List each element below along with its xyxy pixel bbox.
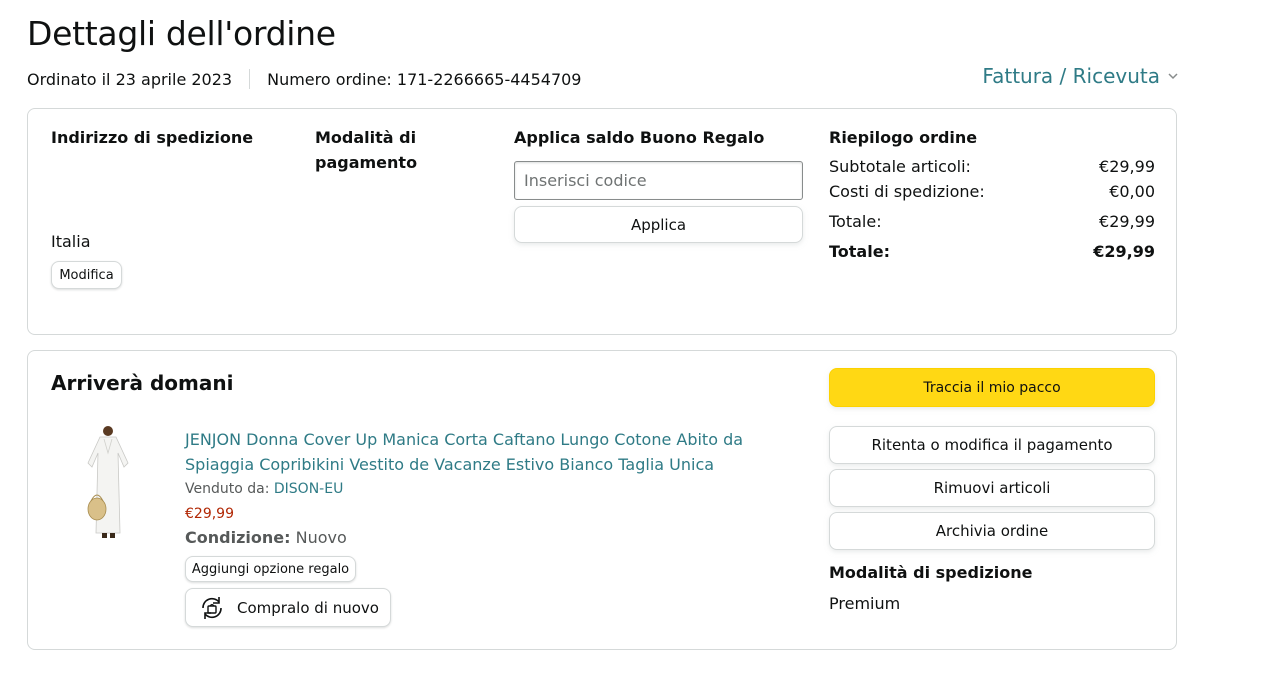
delivery-status: Arriverà domani [51, 371, 234, 395]
shipping-method-heading: Modalità di spedizione [829, 563, 1033, 582]
summary-heading: Riepilogo ordine [829, 128, 978, 147]
summary-label: Subtotale articoli: [829, 157, 971, 176]
order-date: Ordinato il 23 aprile 2023 [27, 69, 233, 89]
meta-divider [249, 69, 251, 89]
invoice-label: Fattura / Ricevuta [982, 64, 1160, 88]
summary-value: €29,99 [1093, 242, 1155, 261]
payment-heading-line1: Modalità di [315, 128, 417, 147]
gift-code-input[interactable] [514, 161, 803, 200]
shipping-method-value: Premium [829, 594, 901, 613]
summary-row-shipping: Costi di spedizione: €0,00 [829, 182, 1155, 201]
shipment-box: Arriverà domani JENJON Donna Cover Up Ma… [27, 350, 1177, 650]
order-meta: Ordinato il 23 aprile 2023 Numero ordine… [27, 69, 581, 89]
gift-card-heading: Applica saldo Buono Regalo [514, 128, 765, 147]
gift-option-button[interactable]: Aggiungi opzione regalo [185, 556, 356, 582]
summary-value: €0,00 [1109, 182, 1155, 201]
product-price: €29,99 [185, 506, 234, 522]
summary-value: €29,99 [1099, 212, 1155, 231]
remove-items-button[interactable]: Rimuovi articoli [829, 469, 1155, 507]
page-title: Dettagli dell'ordine [27, 14, 336, 53]
shipping-country: Italia [51, 232, 91, 251]
condition-value: Nuovo [295, 528, 347, 547]
summary-label: Totale: [829, 212, 882, 231]
track-package-button[interactable]: Traccia il mio pacco [829, 368, 1155, 407]
seller-info: Venduto da: DISON-EU [185, 481, 343, 497]
summary-row-subtotal: Subtotale articoli: €29,99 [829, 157, 1155, 176]
archive-order-button[interactable]: Archivia ordine [829, 512, 1155, 550]
apply-gift-button[interactable]: Applica [514, 206, 803, 243]
seller-link[interactable]: DISON-EU [274, 481, 343, 497]
payment-heading: Modalità di pagamento [315, 125, 417, 175]
buy-again-label: Compralo di nuovo [237, 598, 379, 617]
sold-by-label: Venduto da: [185, 481, 270, 497]
summary-label: Totale: [829, 242, 890, 261]
shipping-address-heading: Indirizzo di spedizione [51, 128, 254, 147]
summary-value: €29,99 [1099, 157, 1155, 176]
product-condition: Condizione: Nuovo [185, 528, 347, 547]
order-number: Numero ordine: 171-2266665-4454709 [267, 69, 582, 89]
buy-again-button[interactable]: Compralo di nuovo [185, 588, 391, 627]
product-title-link[interactable]: JENJON Donna Cover Up Manica Corta Cafta… [185, 427, 795, 477]
retry-payment-button[interactable]: Ritenta o modifica il pagamento [829, 426, 1155, 464]
order-info-box: Indirizzo di spedizione Italia Modifica … [27, 108, 1177, 335]
product-image[interactable] [82, 423, 134, 541]
chevron-down-icon [1168, 73, 1178, 80]
edit-address-button[interactable]: Modifica [51, 261, 122, 289]
summary-row-grand-total: Totale: €29,99 [829, 242, 1155, 261]
payment-heading-line2: pagamento [315, 153, 418, 172]
summary-label: Costi di spedizione: [829, 182, 985, 201]
condition-label: Condizione: [185, 528, 291, 547]
summary-row-total: Totale: €29,99 [829, 212, 1155, 231]
buy-again-icon [202, 596, 222, 619]
invoice-dropdown[interactable]: Fattura / Ricevuta [982, 64, 1178, 88]
